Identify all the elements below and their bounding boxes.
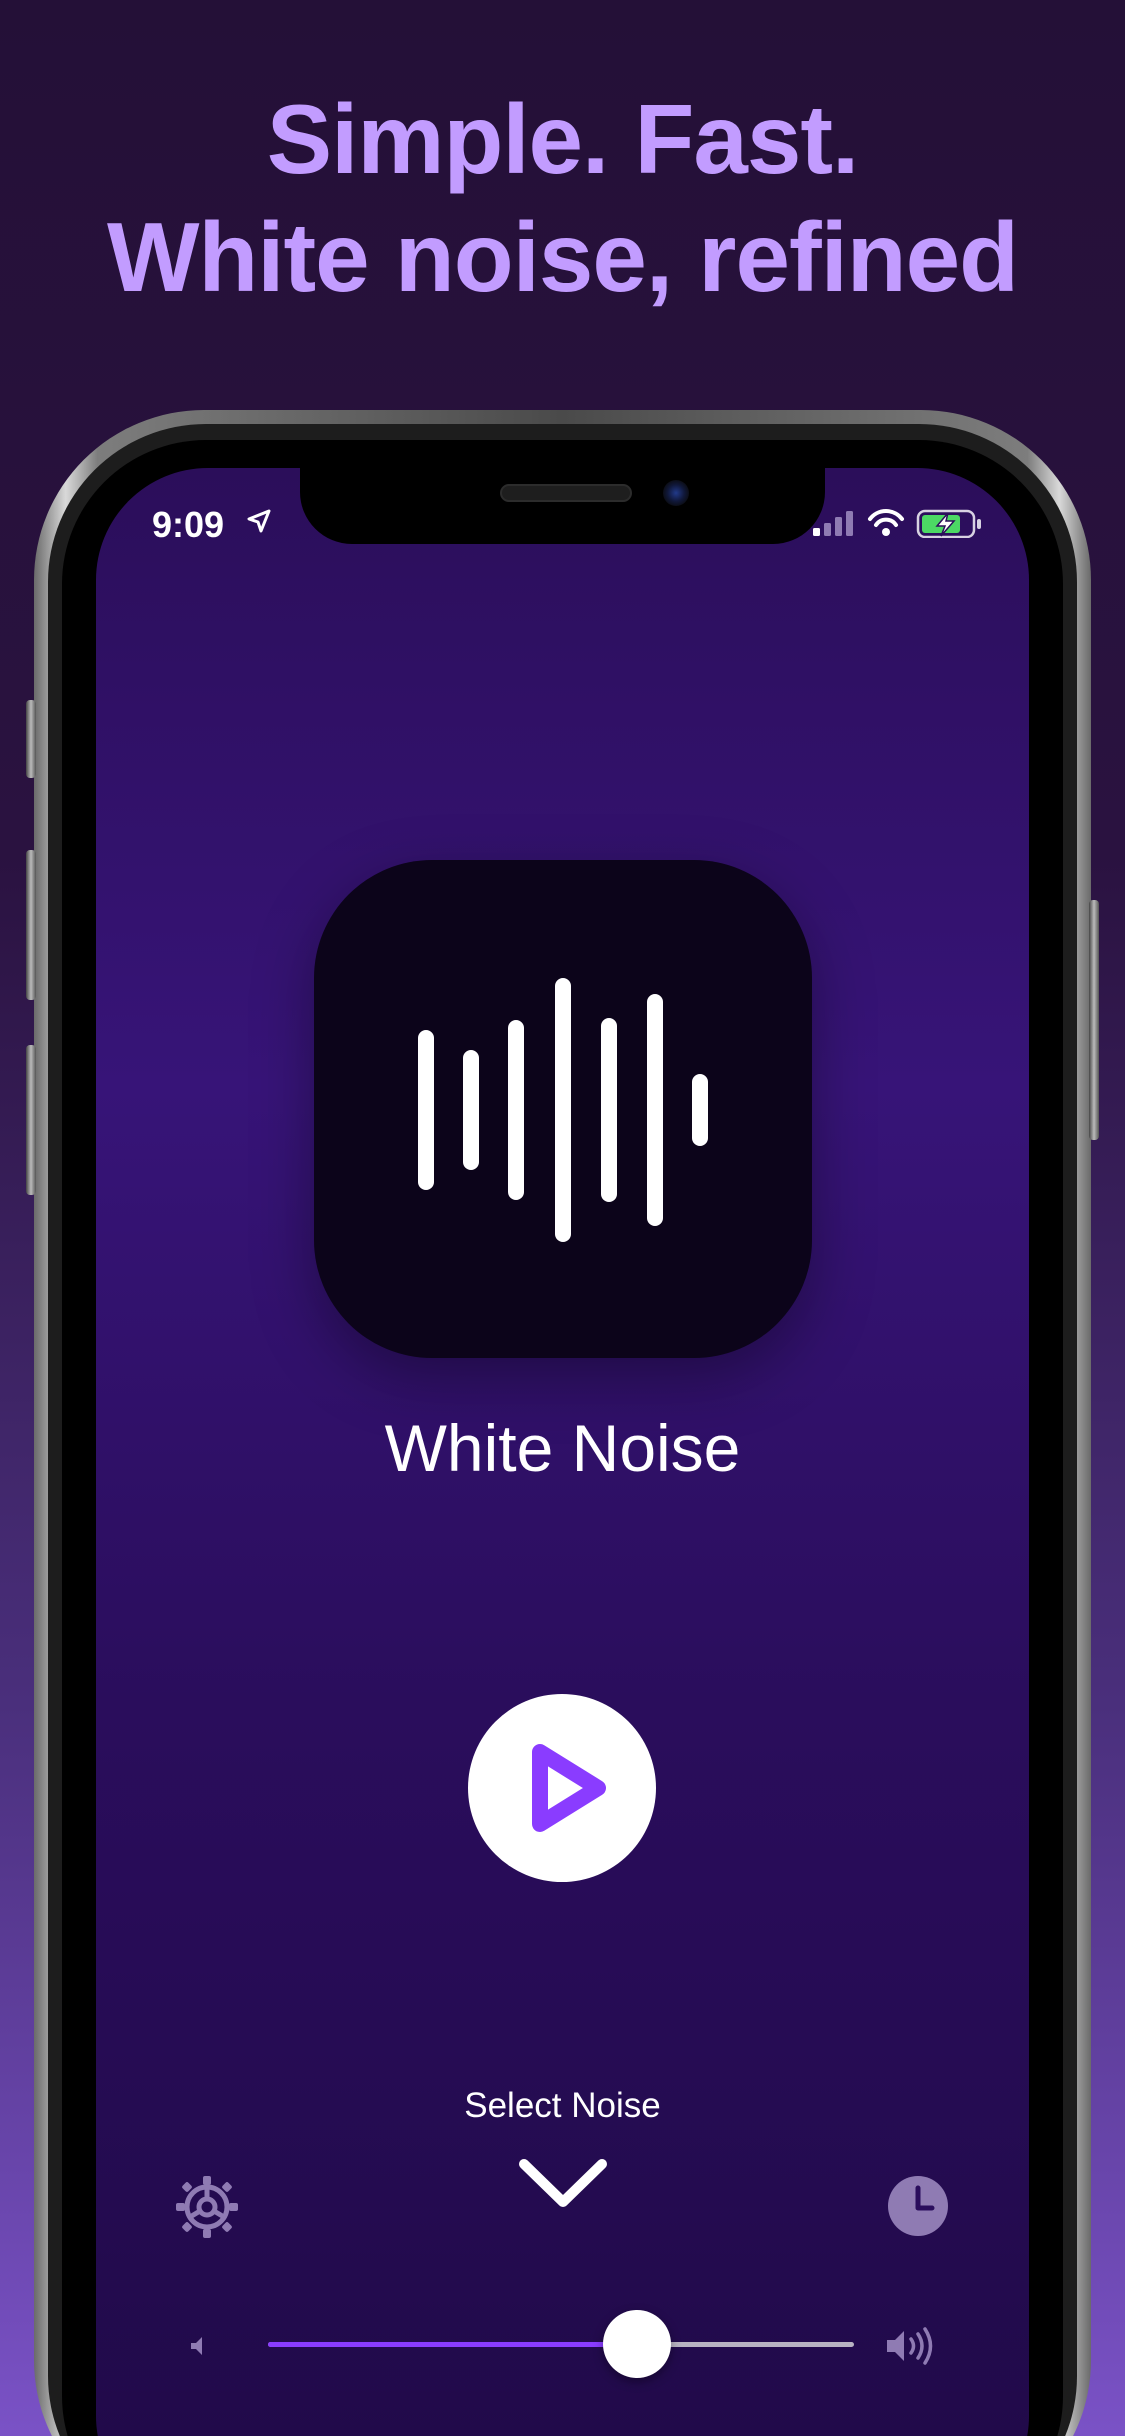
chevron-down-icon[interactable]	[516, 2154, 610, 2219]
waveform-bar	[647, 994, 663, 1226]
status-time: 9:09	[152, 504, 225, 545]
power-button	[1089, 900, 1099, 1140]
app-screen: 9:09 White Noise Select Noise	[96, 468, 1029, 2436]
volume-slider-fill	[268, 2342, 638, 2347]
waveform-bar	[418, 1030, 434, 1190]
volume-down-button	[26, 1045, 36, 1195]
play-icon	[532, 1744, 606, 1832]
front-camera	[663, 480, 689, 506]
headline-line-1: Simple. Fast.	[266, 84, 860, 194]
play-button[interactable]	[468, 1694, 656, 1882]
mute-switch	[26, 700, 36, 778]
gear-icon[interactable]	[174, 2174, 240, 2245]
waveform-icon	[314, 860, 812, 1358]
status-indicators	[813, 508, 989, 543]
waveform-bar	[692, 1074, 708, 1146]
volume-low-icon	[188, 2334, 212, 2363]
volume-slider[interactable]	[268, 2310, 854, 2378]
select-noise-label[interactable]: Select Noise	[96, 2086, 1029, 2126]
marketing-headline: Simple. Fast. White noise, refined	[0, 80, 1125, 316]
earpiece-speaker	[500, 484, 632, 502]
clock-icon[interactable]	[886, 2174, 950, 2243]
headline-line-2: White noise, refined	[106, 202, 1019, 312]
signal-bars-icon	[813, 511, 853, 536]
waveform-bar	[463, 1050, 479, 1170]
volume-slider-thumb[interactable]	[603, 2310, 672, 2378]
wifi-icon	[868, 509, 904, 536]
waveform-bar	[601, 1018, 617, 1202]
noise-title: White Noise	[384, 1411, 741, 1485]
notch	[300, 468, 825, 544]
volume-high-icon	[884, 2326, 940, 2371]
app-store-screenshot: Simple. Fast. White noise, refined 9:09	[0, 0, 1125, 2436]
location-arrow-icon	[246, 508, 272, 539]
battery-charging-icon	[916, 509, 981, 539]
waveform-bar	[508, 1020, 524, 1200]
volume-up-button	[26, 850, 36, 1000]
waveform-bar	[555, 978, 571, 1242]
